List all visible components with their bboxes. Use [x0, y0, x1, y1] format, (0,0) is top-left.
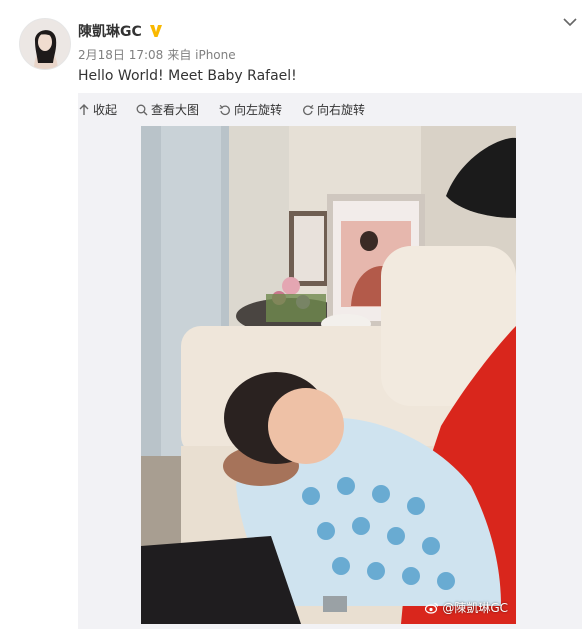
post-source: 来自 iPhone [167, 48, 236, 62]
collapse-button[interactable]: 收起 [78, 101, 117, 118]
rotate-left-label: 向左旋转 [234, 103, 283, 117]
rotate-left-button[interactable]: 向左旋转 [219, 101, 282, 118]
rotate-left-icon [219, 104, 230, 115]
collapse-label: 收起 [93, 103, 118, 117]
avatar[interactable] [19, 18, 71, 70]
rotate-right-button[interactable]: 向右旋转 [302, 101, 365, 118]
baby-photo-image [141, 126, 516, 624]
view-large-button[interactable]: 查看大图 [136, 101, 199, 118]
post-photo[interactable]: @陳凱琳GC [141, 126, 516, 624]
post-meta: 2月18日 17:08 来自 iPhone [78, 46, 236, 63]
media-toolbar: 收起 查看大图 向左旋转 向右旋转 [78, 93, 582, 126]
username[interactable]: 陳凱琳GC [78, 21, 142, 41]
watermark: @陳凱琳GC [425, 599, 508, 616]
verified-badge-icon [149, 25, 162, 37]
chevron-down-icon[interactable] [562, 14, 578, 30]
rotate-right-label: 向右旋转 [317, 103, 366, 117]
arrow-up-icon [79, 103, 89, 115]
post-text: Hello World! Meet Baby Rafael! [78, 68, 297, 84]
media-area: 收起 查看大图 向左旋转 向右旋转 @陳凱琳GC [78, 93, 582, 629]
view-large-label: 查看大图 [151, 103, 200, 117]
weibo-logo-icon [425, 602, 439, 614]
search-icon [136, 104, 148, 115]
avatar-image [20, 19, 70, 69]
username-link[interactable]: 陳凱琳GC [78, 21, 164, 41]
post-date[interactable]: 2月18日 17:08 [78, 46, 163, 63]
watermark-text: @陳凱琳GC [442, 601, 508, 615]
rotate-right-icon [303, 104, 314, 115]
